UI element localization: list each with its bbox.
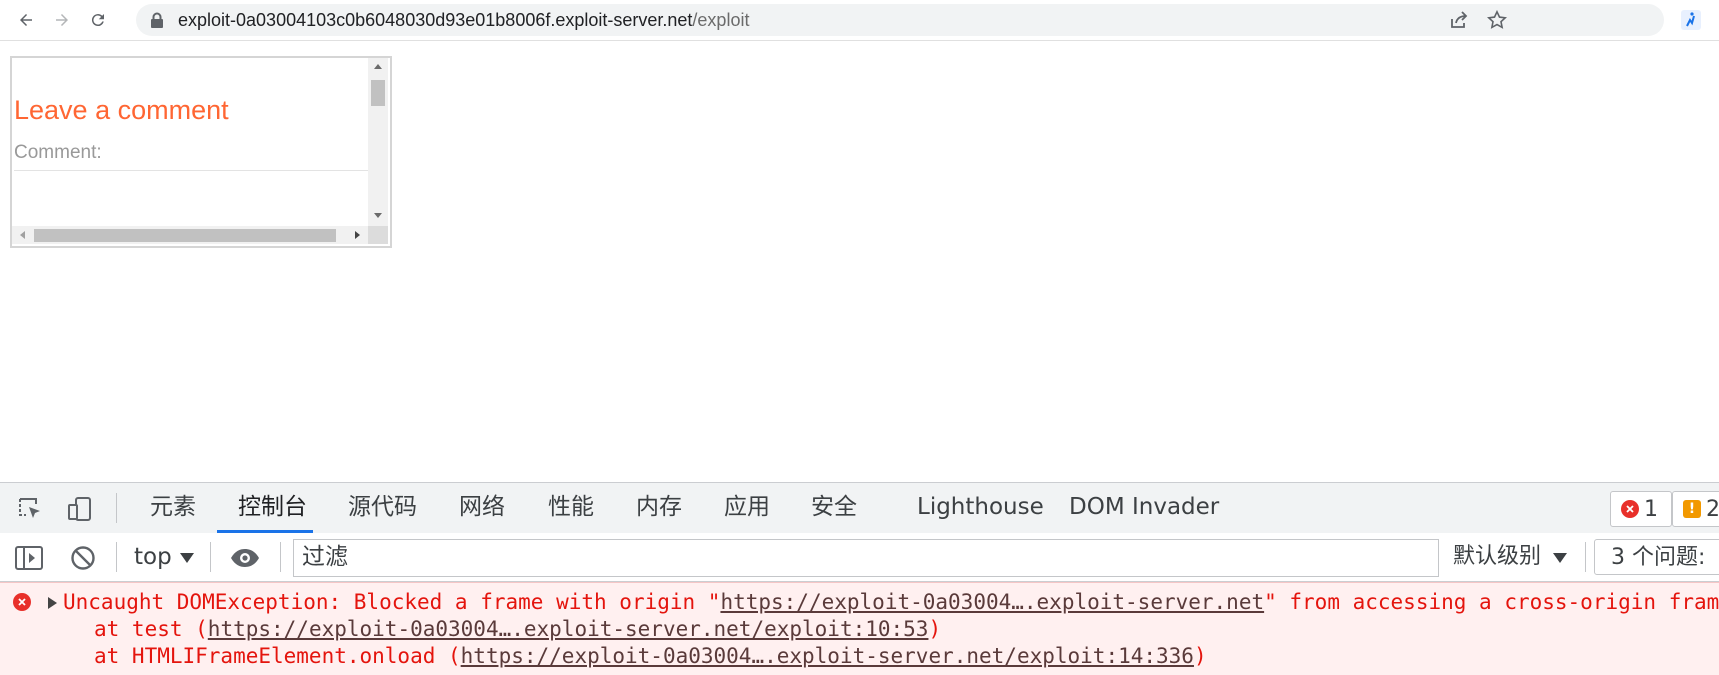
error-message-prefix: Uncaught DOMException: Blocked a frame w…: [63, 590, 721, 614]
console-toolbar: top 默认级别 3 个问题:: [0, 533, 1719, 582]
sidebar-toggle-icon[interactable]: [14, 543, 44, 573]
vertical-scroll-thumb[interactable]: [371, 80, 385, 106]
tab-security[interactable]: 安全: [811, 483, 857, 533]
scroll-left-icon[interactable]: [20, 231, 25, 239]
url-path: /exploit: [692, 10, 750, 30]
leave-comment-heading: Leave a comment: [14, 95, 229, 125]
error-count-badge[interactable]: 1: [1610, 491, 1672, 527]
error-badge-icon: [1621, 500, 1639, 518]
toolbar-divider: [280, 542, 281, 572]
lock-icon[interactable]: [150, 12, 164, 32]
horizontal-scrollbar[interactable]: [12, 226, 368, 244]
address-bar[interactable]: exploit-0a03004103c0b6048030d93e01b8006f…: [136, 4, 1664, 36]
stack-frame: at test (https://exploit-0a03004….exploi…: [94, 616, 941, 642]
horizontal-scroll-thumb[interactable]: [34, 229, 336, 242]
tab-memory[interactable]: 内存: [636, 483, 682, 533]
embedded-iframe[interactable]: Leave a comment Comment:: [10, 56, 392, 248]
vertical-scrollbar[interactable]: [368, 58, 388, 226]
toolbar-divider: [210, 542, 211, 572]
error-text: Uncaught DOMException: Blocked a frame w…: [63, 589, 1719, 615]
filter-input[interactable]: [294, 540, 1432, 574]
tab-lighthouse[interactable]: Lighthouse: [917, 483, 1044, 533]
star-icon[interactable]: [1486, 9, 1508, 31]
tab-application[interactable]: 应用: [724, 483, 770, 533]
url-host: exploit-0a03004103c0b6048030d93e01b8006f…: [178, 10, 693, 30]
stack-frame-prefix: at HTMLIFrameElement.onload (: [94, 644, 461, 668]
toolbar-divider: [116, 493, 117, 523]
inspect-element-icon[interactable]: [16, 495, 44, 523]
tab-dom-invader[interactable]: DOM Invader: [1069, 483, 1219, 533]
comment-textarea-edge[interactable]: [14, 170, 368, 171]
stack-frame-suffix: ): [928, 617, 942, 641]
scroll-right-icon[interactable]: [355, 231, 360, 239]
error-count: 1: [1644, 496, 1658, 522]
scroll-up-icon[interactable]: [374, 64, 382, 69]
expand-triangle-icon[interactable]: [48, 597, 57, 609]
warning-badge-icon: !: [1683, 500, 1701, 518]
context-selector[interactable]: top: [134, 541, 172, 573]
console-error-message: Uncaught DOMException: Blocked a frame w…: [0, 582, 1719, 675]
toolbar-divider: [1585, 542, 1586, 572]
browser-toolbar: exploit-0a03004103c0b6048030d93e01b8006f…: [0, 0, 1719, 41]
forward-icon[interactable]: [50, 8, 74, 32]
devtools-tab-bar: 元素 控制台 源代码 网络 性能 内存 应用 安全 Lighthouse DOM…: [0, 482, 1719, 534]
iframe-content: Leave a comment Comment:: [12, 58, 368, 226]
error-message-suffix: " from accessing a cross-origin frame.: [1264, 590, 1719, 614]
reload-icon[interactable]: [86, 8, 110, 32]
filter-field[interactable]: [293, 539, 1439, 577]
error-origin-link[interactable]: https://exploit-0a03004….exploit-server.…: [720, 590, 1264, 614]
live-expression-eye-icon[interactable]: [230, 543, 260, 573]
extension-icon[interactable]: [1680, 9, 1702, 31]
stack-frame-suffix: ): [1193, 644, 1207, 668]
warning-count: 2: [1706, 496, 1719, 522]
tab-network[interactable]: 网络: [459, 483, 505, 533]
log-levels-dropdown[interactable]: 默认级别: [1453, 541, 1541, 573]
comment-label: Comment:: [14, 142, 102, 163]
back-icon[interactable]: [14, 8, 38, 32]
context-dropdown-icon[interactable]: [180, 553, 194, 563]
tab-console[interactable]: 控制台: [238, 483, 307, 533]
share-icon[interactable]: [1448, 9, 1470, 31]
device-toolbar-icon[interactable]: [66, 495, 94, 523]
tab-sources[interactable]: 源代码: [348, 483, 417, 533]
scroll-down-icon[interactable]: [374, 213, 382, 218]
issues-button[interactable]: 3 个问题:: [1594, 539, 1719, 575]
stack-frame-link[interactable]: https://exploit-0a03004….exploit-server.…: [208, 617, 929, 641]
levels-dropdown-icon[interactable]: [1553, 553, 1567, 563]
toolbar-divider: [116, 542, 117, 572]
warning-count-badge[interactable]: ! 2: [1672, 491, 1719, 527]
error-icon: [13, 593, 31, 611]
clear-console-icon[interactable]: [68, 543, 98, 573]
url-text: exploit-0a03004103c0b6048030d93e01b8006f…: [178, 10, 749, 31]
scrollbar-corner: [368, 226, 388, 244]
stack-frame-prefix: at test (: [94, 617, 208, 641]
tab-elements[interactable]: 元素: [150, 483, 196, 533]
stack-frame: at HTMLIFrameElement.onload (https://exp…: [94, 643, 1207, 669]
tab-performance[interactable]: 性能: [548, 483, 594, 533]
stack-frame-link[interactable]: https://exploit-0a03004….exploit-server.…: [461, 644, 1194, 668]
